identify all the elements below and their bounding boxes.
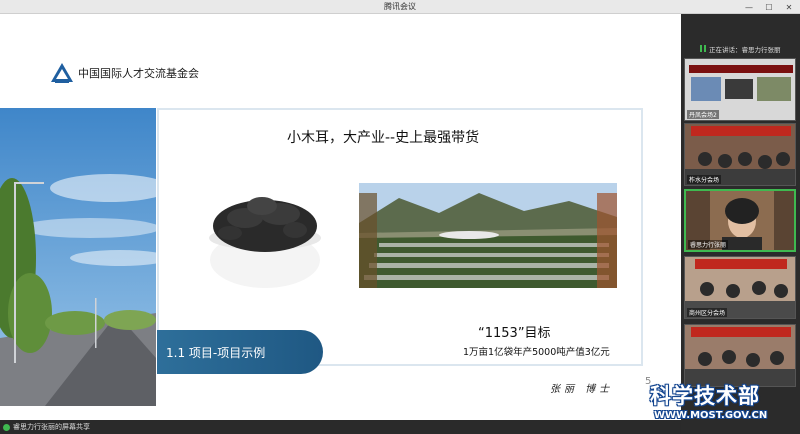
fungus-farm-photo	[359, 183, 617, 288]
section-tag: 1.1 项目-项目示例	[157, 330, 323, 374]
video-tile[interactable]: 丹凤会场2	[684, 58, 796, 121]
video-tile[interactable]	[684, 324, 796, 387]
window-titlebar: 腾讯会议 — ☐ ✕	[0, 0, 800, 14]
speaking-indicator: 正在讲话：睿思力行张丽	[700, 43, 781, 54]
window-title: 腾讯会议	[384, 2, 416, 11]
tile-label: 丹凤会场2	[687, 110, 719, 119]
goal-title: “1153”目标	[478, 326, 551, 341]
org-name: 中国国际人才交流基金会	[78, 67, 199, 80]
video-tile[interactable]: 柞水分会场	[684, 123, 796, 186]
black-fungus-bowl-image	[200, 178, 330, 293]
road-photo	[0, 108, 156, 406]
audio-level-icon	[700, 45, 706, 52]
slide-headline: 小木耳，大产业--史上最强带货	[287, 130, 480, 146]
close-button[interactable]: ✕	[784, 3, 794, 12]
maximize-button[interactable]: ☐	[764, 3, 774, 12]
section-tag-label: 1.1 项目-项目示例	[166, 346, 266, 360]
tile-label: 柞水分会场	[687, 175, 722, 184]
foundation-logo-icon	[51, 63, 73, 83]
watermark-title: 科学技术部	[650, 384, 760, 408]
minimize-button[interactable]: —	[744, 3, 754, 12]
goal-subtitle: 1万亩1亿袋年产5000吨产值3亿元	[463, 347, 610, 358]
presenter-signature: 张丽 博士	[550, 384, 614, 395]
video-tile[interactable]: 商州区分会场	[684, 256, 796, 319]
video-tile-active-speaker[interactable]: 睿思力行张丽	[684, 189, 796, 252]
screen-share-label: 睿思力行张丽的屏幕共享	[13, 423, 90, 431]
screen-share-status-bar: 睿思力行张丽的屏幕共享	[0, 420, 681, 434]
org-logo: 中国国际人才交流基金会	[50, 62, 199, 84]
tile-label: 商州区分会场	[687, 308, 728, 317]
most-watermark: 科学技术部 WWW.MOST.GOV.CN	[650, 380, 767, 421]
tile-label: 睿思力行张丽	[688, 240, 729, 249]
speaking-label: 正在讲话：睿思力行张丽	[709, 45, 781, 54]
microphone-icon	[3, 423, 10, 431]
watermark-url: WWW.MOST.GOV.CN	[654, 410, 768, 421]
